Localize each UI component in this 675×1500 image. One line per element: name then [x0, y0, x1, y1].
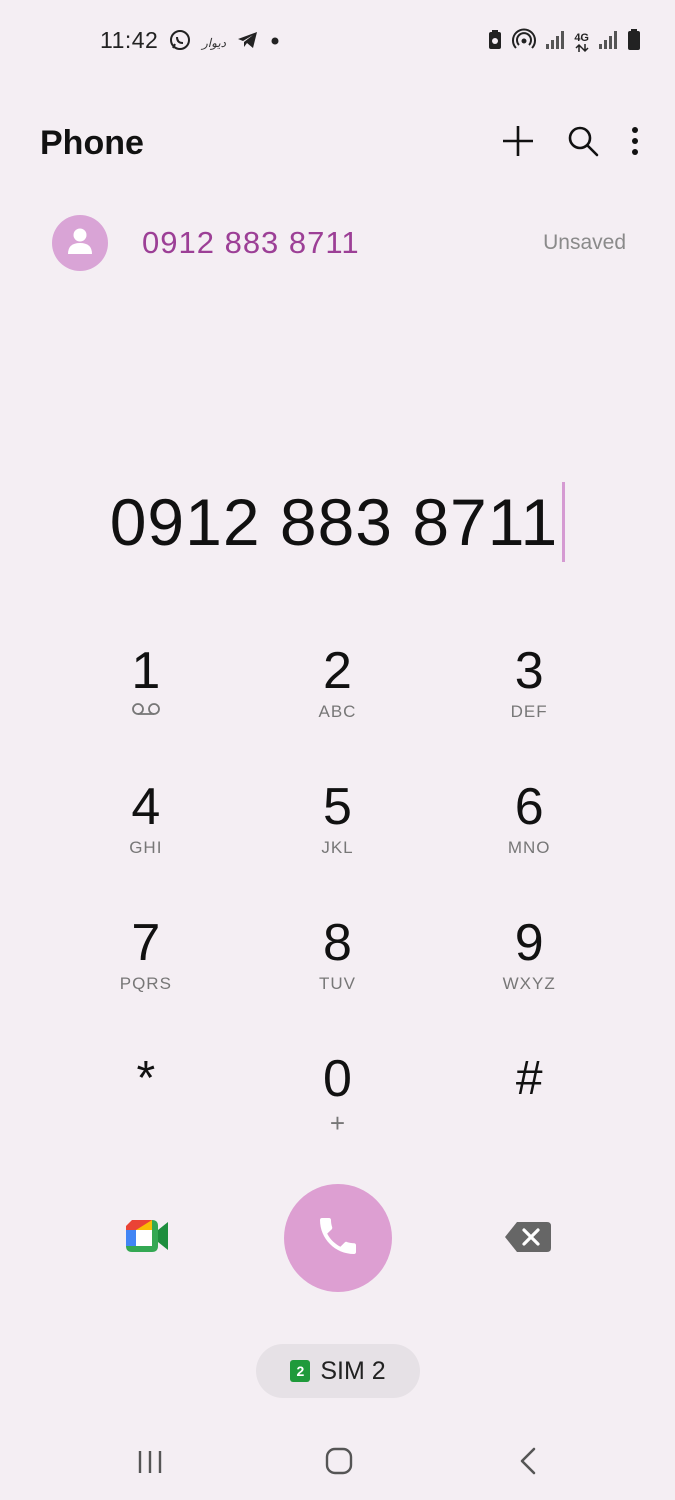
video-call-button[interactable]: [122, 1216, 170, 1261]
number-display[interactable]: 0912 883 8711: [0, 482, 675, 562]
back-button[interactable]: [516, 1446, 540, 1481]
search-icon[interactable]: [567, 125, 599, 157]
key-digit: 4: [131, 778, 161, 836]
key-digit: 7: [131, 914, 161, 972]
add-icon[interactable]: [501, 124, 535, 158]
avatar: [52, 215, 108, 271]
hotspot-icon: [512, 28, 537, 57]
key-digit: 0: [323, 1050, 352, 1108]
network-label: 4G: [574, 31, 589, 44]
key-1[interactable]: 1: [50, 634, 242, 770]
key-letters: ABC: [318, 702, 357, 721]
key-digit: 1: [131, 642, 161, 700]
key-digit: *: [136, 1052, 156, 1105]
key-3[interactable]: 3 DEF: [433, 634, 625, 770]
home-button[interactable]: [324, 1446, 354, 1481]
voicemail-icon: [131, 702, 161, 721]
app-text-icon: دیوار: [202, 35, 227, 50]
key-7[interactable]: 7 PQRS: [50, 906, 242, 1042]
backspace-icon: [503, 1222, 553, 1258]
sim-selector[interactable]: 2 SIM 2: [256, 1344, 420, 1398]
sim-badge: 2: [290, 1360, 311, 1382]
back-icon: [516, 1447, 540, 1480]
key-letters: TUV: [318, 974, 356, 993]
sim-label: SIM 2: [320, 1356, 386, 1385]
signal-icon: [598, 30, 618, 55]
key-9[interactable]: 9 WXYZ: [433, 906, 625, 1042]
status-time: 11:42: [100, 27, 159, 53]
key-digit: 9: [514, 914, 544, 972]
key-letters: DEF: [510, 702, 548, 721]
suggestion-status: Unsaved: [543, 231, 626, 254]
key-digit: 5: [323, 778, 352, 836]
text-cursor: [562, 482, 566, 562]
key-letters: WXYZ: [502, 974, 556, 993]
dialed-number[interactable]: 0912 883 8711: [110, 484, 559, 560]
key-8[interactable]: 8 TUV: [242, 906, 434, 1042]
key-digit: 6: [514, 778, 544, 836]
key-digit: 3: [514, 642, 544, 700]
recents-icon: [136, 1451, 164, 1480]
key-digit: 8: [323, 914, 352, 972]
key-letters: MNO: [507, 838, 551, 857]
key-6[interactable]: 6 MNO: [433, 770, 625, 906]
header-actions: [501, 124, 639, 158]
recents-button[interactable]: [136, 1448, 164, 1481]
telegram-icon: [236, 28, 260, 57]
whatsapp-icon: [168, 28, 192, 57]
video-call-icon: [122, 1220, 170, 1260]
battery-icon: [627, 28, 641, 57]
key-digit: 2: [323, 642, 352, 700]
network-4g-icon: 4G: [574, 31, 589, 53]
backspace-button[interactable]: [503, 1220, 553, 1259]
person-icon: [65, 226, 95, 261]
contact-suggestion[interactable]: 0912 883 8711 Unsaved: [52, 214, 626, 272]
battery-saver-icon: [487, 29, 503, 56]
suggestion-number: 0912 883 8711: [142, 225, 360, 260]
home-icon: [324, 1447, 354, 1480]
key-0[interactable]: 0 +: [242, 1042, 434, 1178]
key-digit: #: [515, 1052, 543, 1105]
key-5[interactable]: 5 JKL: [242, 770, 434, 906]
key-letters: JKL: [321, 838, 354, 857]
call-button[interactable]: [284, 1184, 392, 1292]
signal-icon: [545, 30, 565, 55]
keypad: 1 2 ABC 3 DEF 4 GHI 5 JKL 6 MNO 7 PQRS 8…: [50, 634, 625, 1178]
key-letters: PQRS: [119, 974, 172, 993]
status-left-icons: دیوار: [168, 28, 280, 57]
key-4[interactable]: 4 GHI: [50, 770, 242, 906]
more-options-icon[interactable]: [631, 126, 639, 156]
status-right-icons: 4G: [487, 28, 641, 57]
key-letters: GHI: [129, 838, 163, 857]
key-star[interactable]: *: [50, 1042, 242, 1178]
dot-icon: [270, 28, 280, 57]
key-letters: +: [329, 1108, 346, 1138]
key-2[interactable]: 2 ABC: [242, 634, 434, 770]
key-hash[interactable]: #: [433, 1042, 625, 1178]
call-icon: [314, 1212, 362, 1265]
page-title: Phone: [40, 124, 144, 162]
